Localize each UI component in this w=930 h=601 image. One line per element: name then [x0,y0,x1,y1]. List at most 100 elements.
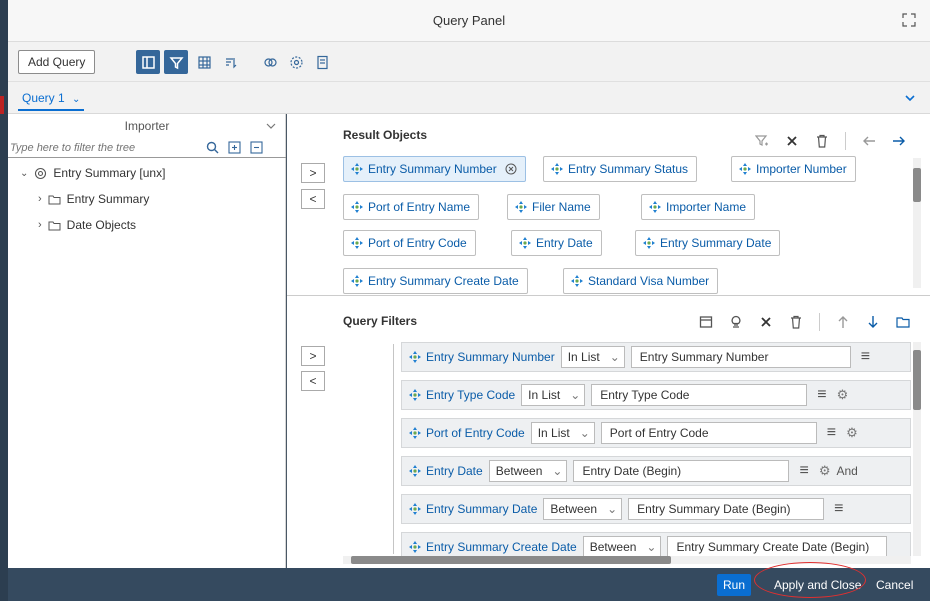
arrow-down-icon[interactable] [866,315,880,329]
close-icon[interactable] [785,134,799,148]
dimension-icon [519,237,531,249]
query-filters-scrollbar[interactable] [913,342,921,556]
query-tab-bar: Query 1 ⌄ [8,82,930,114]
remove-from-filters-button[interactable]: < [301,371,325,391]
operator-select[interactable]: Between ⌄ [543,498,623,520]
result-object-chip[interactable]: Port of Entry Code [343,230,476,256]
combined-query-icon[interactable] [258,50,282,74]
arrow-left-icon[interactable] [862,134,876,148]
close-icon[interactable] [759,315,773,329]
operator-select[interactable]: In List ⌄ [560,346,625,368]
tree-folder-date-objects[interactable]: › Date Objects [38,218,136,232]
remove-circle-icon[interactable] [505,163,517,175]
arrow-up-icon[interactable] [836,315,850,329]
sort-icon[interactable] [218,50,242,74]
search-icon[interactable] [206,141,219,154]
query-filters-title: Query Filters [343,314,418,328]
filter-toggle-icon[interactable] [164,50,188,74]
operator-select[interactable]: In List ⌄ [530,422,595,444]
collapse-chevron-icon[interactable] [904,92,916,104]
gear-icon[interactable]: ⚙ [837,387,849,403]
operand-field[interactable]: Entry Summary Date (Begin) [628,498,825,520]
tree-filter-input[interactable] [10,139,200,157]
delete-icon[interactable] [789,315,803,329]
menu-icon[interactable]: ≡ [827,424,836,442]
result-object-chip[interactable]: Entry Summary Date [635,230,781,256]
add-query-button[interactable]: Add Query [18,50,96,74]
chevron-down-icon: ⌄ [579,426,590,440]
collapse-all-icon[interactable] [250,141,263,154]
data-preview-icon[interactable] [192,50,216,74]
dimension-icon [739,163,751,175]
operand-field[interactable]: Port of Entry Code [600,422,817,444]
tree-folder-entry-summary[interactable]: › Entry Summary [38,192,149,206]
chevron-down-icon: ⌄ [570,388,581,402]
run-button[interactable]: Run [717,574,752,596]
operand-field[interactable]: Entry Summary Number [630,346,851,368]
operand-field[interactable]: Entry Type Code [591,384,808,406]
result-object-chip[interactable]: Importer Name [641,194,756,220]
chevron-down-icon: ⌄ [609,350,620,364]
filter-row[interactable]: Entry Date Between ⌄ Entry Date (Begin) ≡… [401,456,911,486]
tree-folder-label: Entry Summary [66,192,150,206]
result-object-chip[interactable]: Entry Date [511,230,602,256]
add-to-results-button[interactable]: > [301,163,325,183]
folder-icon [48,195,61,204]
predefined-filter-icon[interactable] [699,315,713,329]
operator-select[interactable]: Between ⌄ [488,460,568,482]
add-to-filters-button[interactable]: > [301,346,325,366]
result-objects-scrollbar[interactable] [913,158,921,288]
result-object-chip[interactable]: Standard Visa Number [563,268,719,294]
result-objects-panel: > < Result Objects Entry Summary Number … [287,114,930,296]
expand-all-icon[interactable] [228,141,241,154]
operator-select[interactable]: Between ⌄ [582,536,662,558]
gear-icon[interactable]: ⚙ [819,463,831,479]
filter-row[interactable]: Port of Entry Code In List ⌄ Port of Entr… [401,418,911,448]
window-title: Query Panel [432,13,506,28]
filter-row[interactable]: Entry Summary Date Between ⌄ Entry Summar… [401,494,911,524]
chevron-down-icon: ⌄ [72,94,81,105]
chevron-down-icon: ⌄ [607,502,618,516]
menu-icon[interactable]: ≡ [834,500,843,518]
result-object-chip[interactable]: Entry Summary Create Date [343,268,528,294]
dimension-icon [515,201,527,213]
result-object-chip[interactable]: Port of Entry Name [343,194,480,220]
delete-icon[interactable] [815,134,829,148]
cancel-button[interactable]: Cancel [870,574,919,596]
script-viewer-icon[interactable] [310,50,334,74]
panel-toggle-icon[interactable] [136,50,160,74]
chevron-right-icon: › [38,193,42,205]
expand-icon[interactable] [902,13,916,27]
settings-icon[interactable] [284,50,308,74]
tab-query-1[interactable]: Query 1 ⌄ [18,87,85,111]
filter-row[interactable]: Entry Summary Number In List ⌄ Entry Summ… [401,342,911,372]
prompt-icon[interactable] [729,315,743,329]
tab-query-1-label: Query 1 [22,91,65,105]
filter-icon[interactable] [755,134,769,148]
result-object-chip[interactable]: Entry Summary Status [543,156,698,182]
and-label: And [836,464,858,478]
data-source-select[interactable]: Importer [8,114,286,138]
result-object-chip[interactable]: Entry Summary Number [343,156,526,182]
result-object-chip[interactable]: Filer Name [507,194,600,220]
menu-icon[interactable]: ≡ [861,348,870,366]
operand-field[interactable]: Entry Summary Create Date (Begin) [667,536,888,558]
menu-icon[interactable]: ≡ [817,386,826,404]
operator-select[interactable]: In List ⌄ [521,384,586,406]
result-object-chip[interactable]: Importer Number [731,156,856,182]
title-bar: Query Panel [8,0,930,42]
folder-icon [48,221,61,230]
query-filters-panel: > < Query Filters Entry Summary Number I… [287,296,930,568]
menu-icon[interactable]: ≡ [799,462,808,480]
filter-row[interactable]: Entry Type Code In List ⌄ Entry Type Code… [401,380,911,410]
dimension-icon [351,237,363,249]
tree-filter-row [8,138,286,158]
tree-folder-label: Date Objects [66,218,137,232]
remove-from-results-button[interactable]: < [301,189,325,209]
nest-filter-icon[interactable] [896,315,910,329]
arrow-right-icon[interactable] [892,134,906,148]
tree-root-label: Entry Summary [unx] [53,166,166,180]
operand-field[interactable]: Entry Date (Begin) [573,460,790,482]
tree-root[interactable]: ⌄ Entry Summary [unx] [20,166,165,180]
gear-icon[interactable]: ⚙ [846,425,858,441]
